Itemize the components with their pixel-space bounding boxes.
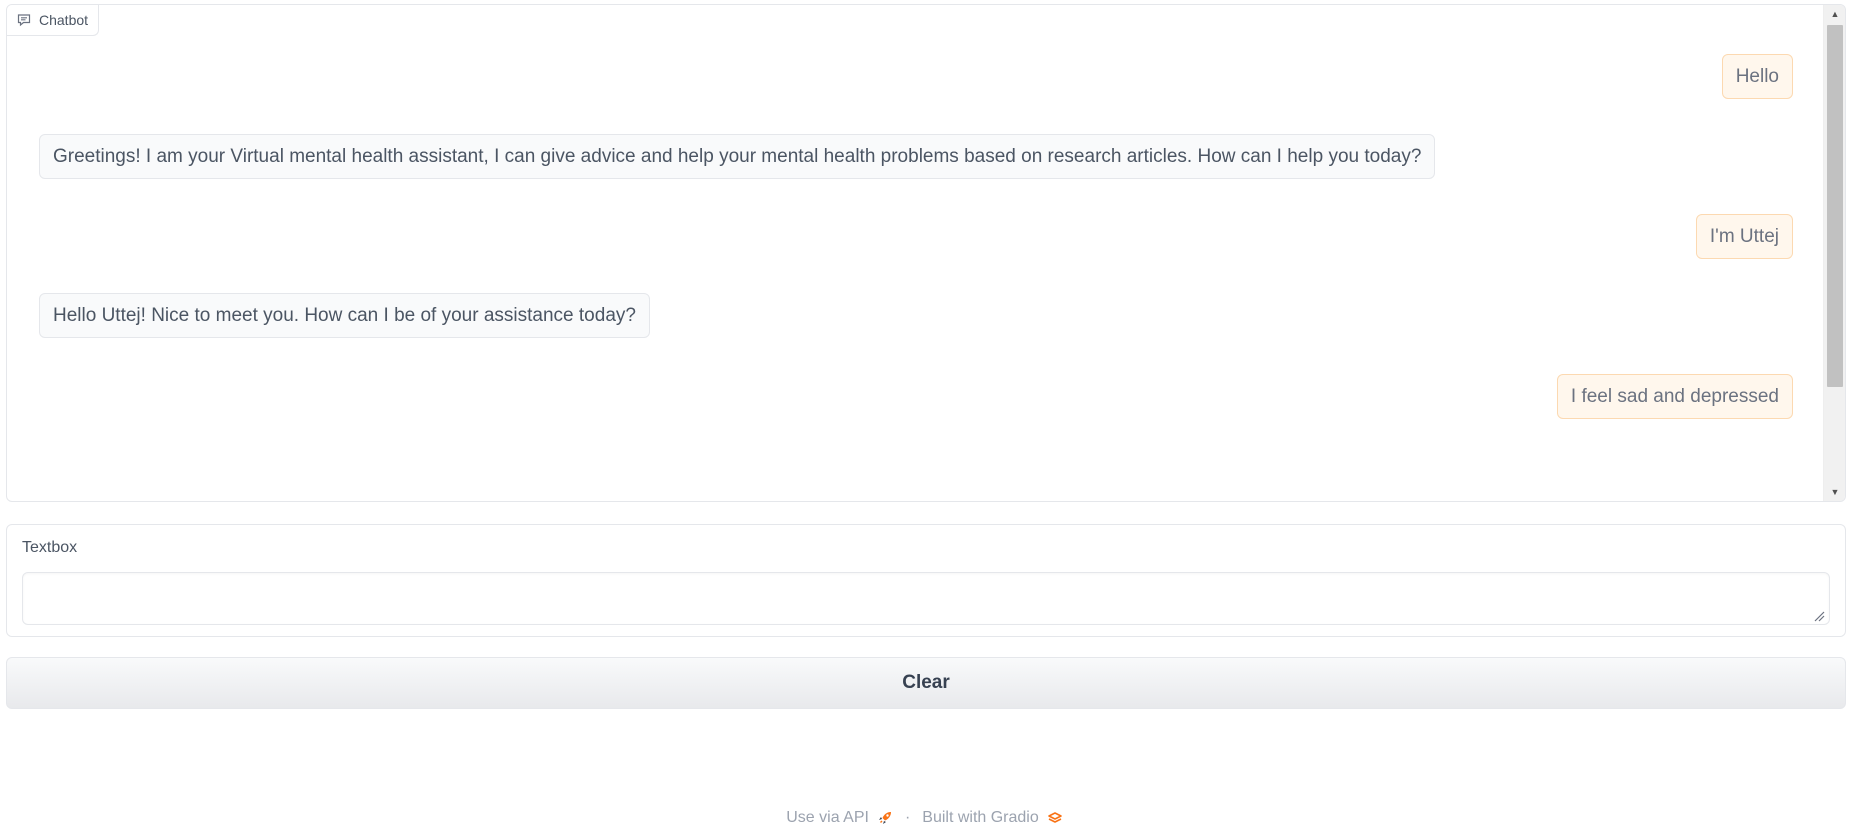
chat-messages: Hello Greetings! I am your Virtual menta… bbox=[7, 5, 1823, 501]
message-input[interactable] bbox=[22, 572, 1830, 625]
bot-message: Greetings! I am your Virtual mental heal… bbox=[39, 134, 1436, 179]
user-message: I feel sad and depressed bbox=[1556, 374, 1793, 419]
footer-separator: · bbox=[904, 809, 911, 826]
use-via-api-label: Use via API bbox=[786, 809, 869, 826]
rocket-icon bbox=[877, 810, 893, 826]
scroll-up-icon[interactable]: ▲ bbox=[1824, 5, 1845, 23]
scroll-down-icon[interactable]: ▼ bbox=[1824, 483, 1845, 501]
chat-icon bbox=[17, 13, 31, 27]
chatbot-panel: Hello Greetings! I am your Virtual menta… bbox=[6, 4, 1846, 502]
chatbot-label: Chatbot bbox=[7, 5, 100, 36]
chatbot-label-text: Chatbot bbox=[39, 12, 89, 28]
scroll-thumb[interactable] bbox=[1827, 25, 1843, 387]
user-message: I'm Uttej bbox=[1695, 214, 1793, 259]
use-via-api-link[interactable]: Use via API bbox=[786, 809, 893, 827]
textbox-label: Textbox bbox=[22, 539, 78, 556]
built-with-gradio-label: Built with Gradio bbox=[922, 809, 1039, 826]
gradio-logo-icon bbox=[1047, 810, 1063, 826]
gradio-app: Hello Greetings! I am your Virtual menta… bbox=[0, 0, 1849, 836]
bot-message: Hello Uttej! Nice to meet you. How can I… bbox=[39, 293, 650, 338]
textbox-block: Textbox bbox=[6, 524, 1846, 637]
footer: Use via API · Built with Gradio bbox=[0, 806, 1849, 830]
chat-scrollbar[interactable]: ▲ ▼ bbox=[1823, 5, 1845, 501]
built-with-gradio-link[interactable]: Built with Gradio bbox=[922, 809, 1063, 827]
clear-button[interactable]: Clear bbox=[6, 657, 1846, 709]
user-message: Hello bbox=[1721, 54, 1793, 99]
resize-handle-icon[interactable] bbox=[1813, 609, 1825, 622]
